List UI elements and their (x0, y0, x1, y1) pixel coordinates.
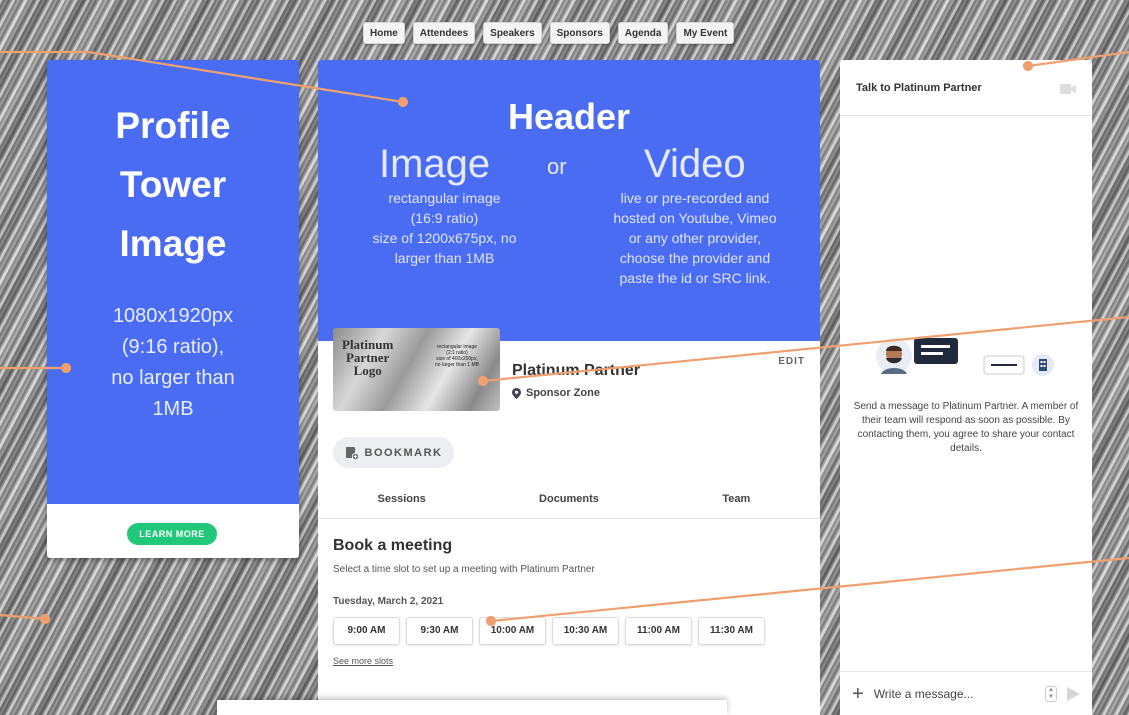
message-input[interactable] (873, 686, 1035, 701)
video-call-icon[interactable] (1060, 84, 1076, 94)
book-meeting-date: Tuesday, March 2, 2021 (333, 596, 444, 607)
sponsor-tabs: Sessions Documents Team (318, 484, 820, 519)
stepper-icon[interactable]: ▲ ▼ (1045, 685, 1057, 702)
bookmark-button[interactable]: BOOKMARK (333, 437, 454, 468)
sponsor-main-panel: Header Image or Video rectangular image … (318, 60, 820, 715)
bottom-popover (217, 700, 727, 715)
nav-my-event-button[interactable]: My Event (676, 22, 735, 44)
nav-home-button[interactable]: Home (363, 22, 405, 44)
nav-speakers-button[interactable]: Speakers (483, 22, 542, 44)
edit-button[interactable]: EDIT (778, 356, 805, 367)
time-slot-button[interactable]: 11:30 AM (698, 617, 765, 645)
chat-title: Talk to Platinum Partner (856, 82, 982, 94)
profile-tower-image: Profile Tower Image 1080x1920px (9:16 ra… (47, 60, 299, 504)
header-video-description: live or pre-recorded and hosted on Youtu… (613, 190, 777, 286)
book-meeting-title: Book a meeting (333, 537, 453, 554)
chat-illustration (876, 338, 1054, 376)
location-pin-icon (512, 387, 521, 399)
time-slot-button[interactable]: 9:00 AM (333, 617, 400, 645)
sponsor-logo: Platinum Partner Logo rectangular image … (333, 328, 500, 411)
time-slot-list: 9:00 AM 9:30 AM 10:00 AM 10:30 AM 11:00 … (333, 617, 765, 645)
send-icon[interactable] (1067, 686, 1080, 701)
nav-agenda-button[interactable]: Agenda (617, 22, 669, 44)
header-title: Header (507, 96, 631, 137)
annotation-line (0, 613, 46, 621)
chat-intro-text: Send a message to Platinum Partner. A me… (853, 401, 1079, 454)
see-more-slots-link[interactable]: See more slots (333, 656, 393, 666)
logo-text: Platinum Partner Logo (342, 337, 394, 378)
time-slot-button[interactable]: 9:30 AM (406, 617, 473, 645)
learn-more-button[interactable]: LEARN MORE (127, 523, 217, 545)
nav-attendees-button[interactable]: Attendees (412, 22, 476, 44)
nav-sponsors-button[interactable]: Sponsors (549, 22, 610, 44)
tab-documents[interactable]: Documents (485, 484, 652, 518)
sponsor-name: Platinum Partner (512, 362, 641, 379)
tab-team[interactable]: Team (653, 484, 820, 518)
bookmark-label: BOOKMARK (364, 446, 443, 459)
annotation-dot (39, 613, 51, 625)
header-image-word: Image (379, 142, 491, 186)
chat-panel: Talk to Platinum Partner Send a message … (840, 60, 1092, 715)
chat-header: Talk to Platinum Partner (840, 60, 1092, 116)
plus-icon[interactable]: + (852, 684, 864, 704)
time-slot-button[interactable]: 11:00 AM (625, 617, 692, 645)
tower-title: Profile Tower Image (115, 105, 231, 264)
profile-tower-card: Profile Tower Image 1080x1920px (9:16 ra… (47, 60, 299, 558)
time-slot-button[interactable]: 10:30 AM (552, 617, 619, 645)
header-video-word: Video (644, 142, 746, 186)
sponsor-zone[interactable]: Sponsor Zone (512, 387, 600, 399)
chat-input-bar: + ▲▼ (840, 671, 1092, 715)
tower-description: 1080x1920px (9:16 ratio), no larger than… (111, 305, 235, 420)
header-or-word: or (547, 154, 567, 179)
logo-spec-text: rectangular image (2:1 ratio) size of 40… (435, 344, 479, 368)
bookmark-add-icon (345, 446, 359, 460)
book-meeting-subtitle: Select a time slot to set up a meeting w… (333, 564, 595, 575)
tab-sessions[interactable]: Sessions (318, 484, 485, 518)
sponsor-zone-label: Sponsor Zone (526, 387, 600, 399)
header-media: Header Image or Video rectangular image … (318, 60, 820, 341)
header-image-description: rectangular image (16:9 ratio) size of 1… (372, 190, 517, 266)
top-nav: Home Attendees Speakers Sponsors Agenda … (363, 22, 735, 44)
time-slot-button[interactable]: 10:00 AM (479, 617, 546, 645)
